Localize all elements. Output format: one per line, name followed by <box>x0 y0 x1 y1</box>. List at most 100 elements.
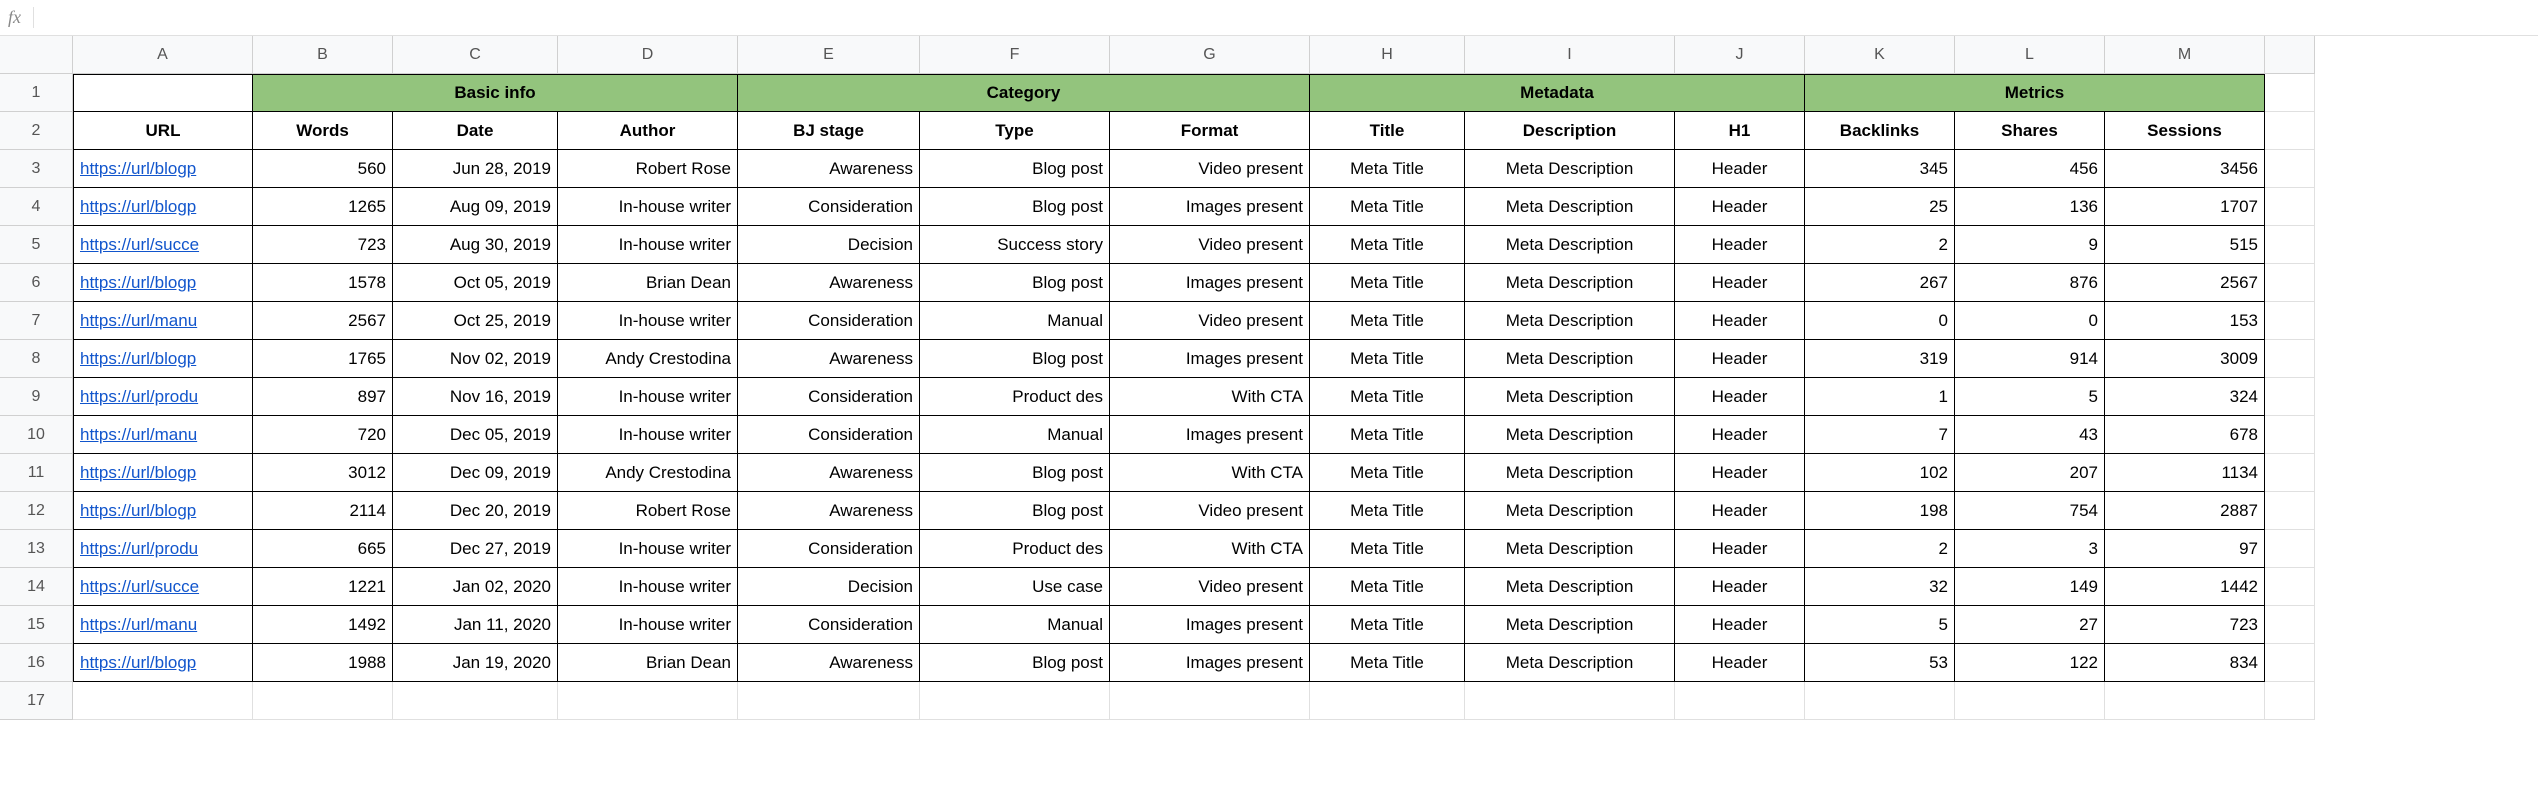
cell-end[interactable] <box>2265 606 2315 644</box>
cell-type[interactable]: Blog post <box>920 644 1110 682</box>
empty-cell[interactable] <box>1310 682 1465 720</box>
cell-sessions[interactable]: 324 <box>2105 378 2265 416</box>
col-header-I[interactable]: I <box>1465 36 1675 74</box>
header-format[interactable]: Format <box>1110 112 1310 150</box>
cell-description[interactable]: Meta Description <box>1465 568 1675 606</box>
cell-backlinks[interactable]: 2 <box>1805 226 1955 264</box>
group-category[interactable]: Category <box>738 74 1310 112</box>
cell-backlinks[interactable]: 1 <box>1805 378 1955 416</box>
row-header-10[interactable]: 10 <box>0 416 73 454</box>
header-bjstage[interactable]: BJ stage <box>738 112 920 150</box>
cell-shares[interactable]: 456 <box>1955 150 2105 188</box>
cell-type[interactable]: Blog post <box>920 188 1110 226</box>
header-url[interactable]: URL <box>73 112 253 150</box>
url-link[interactable]: https://url/succe <box>80 235 199 255</box>
cell-sessions[interactable]: 2567 <box>2105 264 2265 302</box>
cell-words[interactable]: 1578 <box>253 264 393 302</box>
cell-type[interactable]: Blog post <box>920 454 1110 492</box>
cell-backlinks[interactable]: 32 <box>1805 568 1955 606</box>
cell-sessions[interactable]: 1134 <box>2105 454 2265 492</box>
cell-backlinks[interactable]: 319 <box>1805 340 1955 378</box>
cell-author[interactable]: In-house writer <box>558 416 738 454</box>
cell-date[interactable]: Dec 09, 2019 <box>393 454 558 492</box>
cell-url[interactable]: https://url/blogp <box>73 492 253 530</box>
col-header-G[interactable]: G <box>1110 36 1310 74</box>
cell-author[interactable]: In-house writer <box>558 302 738 340</box>
cell-shares[interactable]: 149 <box>1955 568 2105 606</box>
col-header-H[interactable]: H <box>1310 36 1465 74</box>
cell-bjstage[interactable]: Awareness <box>738 644 920 682</box>
cell-bjstage[interactable]: Consideration <box>738 606 920 644</box>
cell-h1[interactable]: Header <box>1675 302 1805 340</box>
cell-h1[interactable]: Header <box>1675 378 1805 416</box>
cell-type[interactable]: Use case <box>920 568 1110 606</box>
cell-url[interactable]: https://url/blogp <box>73 150 253 188</box>
url-link[interactable]: https://url/blogp <box>80 273 196 293</box>
cell-h1[interactable]: Header <box>1675 150 1805 188</box>
row-header-9[interactable]: 9 <box>0 378 73 416</box>
cell-h1[interactable]: Header <box>1675 454 1805 492</box>
cell-date[interactable]: Jan 19, 2020 <box>393 644 558 682</box>
url-link[interactable]: https://url/blogp <box>80 463 196 483</box>
col-header-end[interactable] <box>2265 36 2315 74</box>
cell-backlinks[interactable]: 198 <box>1805 492 1955 530</box>
cell-type[interactable]: Manual <box>920 416 1110 454</box>
cell-end[interactable] <box>2265 226 2315 264</box>
cell-url[interactable]: https://url/blogp <box>73 188 253 226</box>
cell-title[interactable]: Meta Title <box>1310 150 1465 188</box>
cell-shares[interactable]: 9 <box>1955 226 2105 264</box>
cell-date[interactable]: Jun 28, 2019 <box>393 150 558 188</box>
cell-bjstage[interactable]: Consideration <box>738 188 920 226</box>
cell-title[interactable]: Meta Title <box>1310 454 1465 492</box>
cell-url[interactable]: https://url/manu <box>73 606 253 644</box>
url-link[interactable]: https://url/blogp <box>80 501 196 521</box>
cell-type[interactable]: Product des <box>920 378 1110 416</box>
cell-shares[interactable]: 5 <box>1955 378 2105 416</box>
col-header-L[interactable]: L <box>1955 36 2105 74</box>
cell-format[interactable]: Images present <box>1110 188 1310 226</box>
cell-date[interactable]: Nov 02, 2019 <box>393 340 558 378</box>
cell-backlinks[interactable]: 5 <box>1805 606 1955 644</box>
cell-words[interactable]: 665 <box>253 530 393 568</box>
cell-author[interactable]: Brian Dean <box>558 644 738 682</box>
col-header-K[interactable]: K <box>1805 36 1955 74</box>
row-header-7[interactable]: 7 <box>0 302 73 340</box>
cell-title[interactable]: Meta Title <box>1310 568 1465 606</box>
col-header-J[interactable]: J <box>1675 36 1805 74</box>
cell-bjstage[interactable]: Awareness <box>738 264 920 302</box>
empty-cell[interactable] <box>1675 682 1805 720</box>
cell-end[interactable] <box>2265 568 2315 606</box>
cell-end[interactable] <box>2265 454 2315 492</box>
header-type[interactable]: Type <box>920 112 1110 150</box>
cell-backlinks[interactable]: 267 <box>1805 264 1955 302</box>
cell-words[interactable]: 723 <box>253 226 393 264</box>
cell-date[interactable]: Aug 30, 2019 <box>393 226 558 264</box>
cell-h1[interactable]: Header <box>1675 492 1805 530</box>
cell-format[interactable]: Video present <box>1110 226 1310 264</box>
cell-url[interactable]: https://url/blogp <box>73 454 253 492</box>
cell-bjstage[interactable]: Consideration <box>738 416 920 454</box>
cell-h1[interactable]: Header <box>1675 644 1805 682</box>
cell-title[interactable]: Meta Title <box>1310 492 1465 530</box>
cell-author[interactable]: Robert Rose <box>558 492 738 530</box>
row-header-16[interactable]: 16 <box>0 644 73 682</box>
group-metrics[interactable]: Metrics <box>1805 74 2265 112</box>
header-h1[interactable]: H1 <box>1675 112 1805 150</box>
cell-shares[interactable]: 122 <box>1955 644 2105 682</box>
cell-format[interactable]: Video present <box>1110 568 1310 606</box>
cell-type[interactable]: Blog post <box>920 492 1110 530</box>
empty-cell[interactable] <box>2105 682 2265 720</box>
col-header-F[interactable]: F <box>920 36 1110 74</box>
cell-format[interactable]: Images present <box>1110 644 1310 682</box>
cell-h1[interactable]: Header <box>1675 340 1805 378</box>
row-header-2[interactable]: 2 <box>0 112 73 150</box>
formula-input[interactable] <box>46 0 2530 35</box>
header-backlinks[interactable]: Backlinks <box>1805 112 1955 150</box>
cell-date[interactable]: Jan 02, 2020 <box>393 568 558 606</box>
cell-description[interactable]: Meta Description <box>1465 606 1675 644</box>
cell-url[interactable]: https://url/blogp <box>73 340 253 378</box>
empty-cell[interactable] <box>73 682 253 720</box>
cell-sessions[interactable]: 1442 <box>2105 568 2265 606</box>
cell-author[interactable]: In-house writer <box>558 568 738 606</box>
cell-A1[interactable] <box>73 74 253 112</box>
